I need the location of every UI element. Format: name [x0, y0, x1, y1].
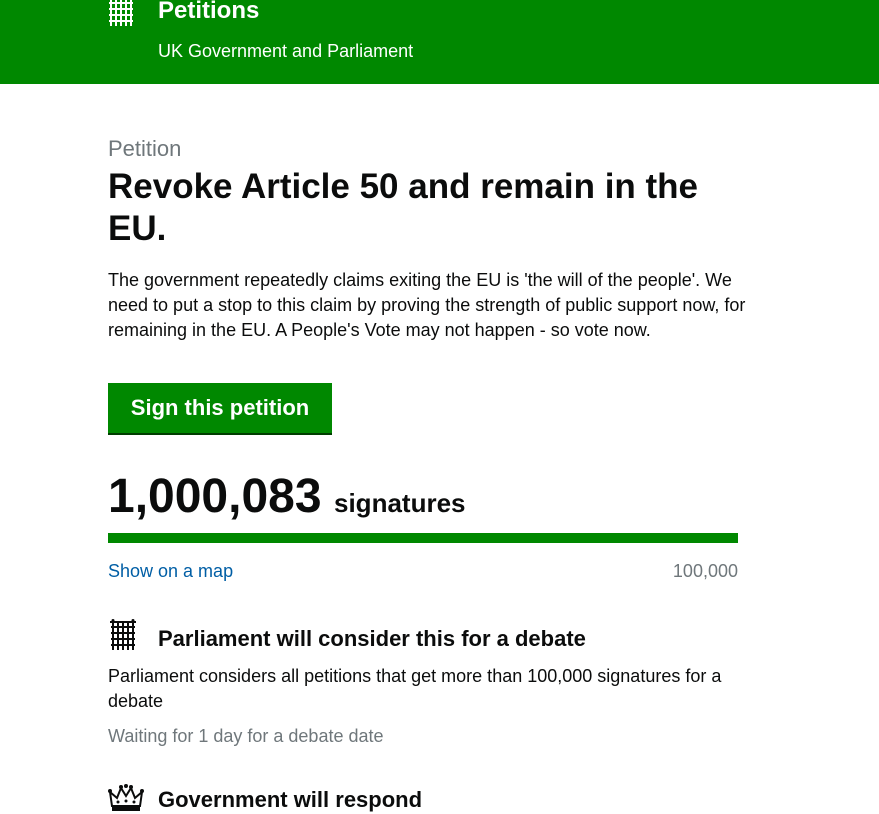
- signature-progress-fill: [108, 533, 738, 543]
- signature-count-number: 1,000,083: [108, 470, 322, 523]
- petition-title: Revoke Article 50 and remain in the EU.: [108, 167, 699, 248]
- signature-progress-bar: [108, 533, 738, 543]
- petition-summary: The government repeatedly claims exiting…: [108, 270, 746, 340]
- response-heading: Government will respond: [158, 787, 423, 812]
- signature-count: 1,000,083 signatures: [108, 468, 466, 526]
- debate-description: Parliament considers all petitions that …: [108, 666, 722, 711]
- portcullis-icon: [109, 0, 133, 26]
- site-title[interactable]: Petitions: [158, 0, 259, 28]
- crown-icon: [108, 784, 144, 811]
- portcullis-icon: [110, 619, 136, 650]
- site-subtitle: UK Government and Parliament: [158, 41, 414, 61]
- debate-heading: Parliament will consider this for a deba…: [158, 626, 586, 651]
- site-header: Petitions UK Government and Parliament: [0, 0, 879, 84]
- petition-kicker: Petition: [108, 136, 182, 161]
- debate-status: Waiting for 1 day for a debate date: [108, 726, 384, 746]
- show-on-map-link[interactable]: Show on a map: [108, 559, 233, 583]
- sign-petition-button[interactable]: Sign this petition: [108, 383, 332, 433]
- signature-threshold: 100,000: [672, 561, 738, 581]
- signature-count-label: signatures: [334, 488, 466, 518]
